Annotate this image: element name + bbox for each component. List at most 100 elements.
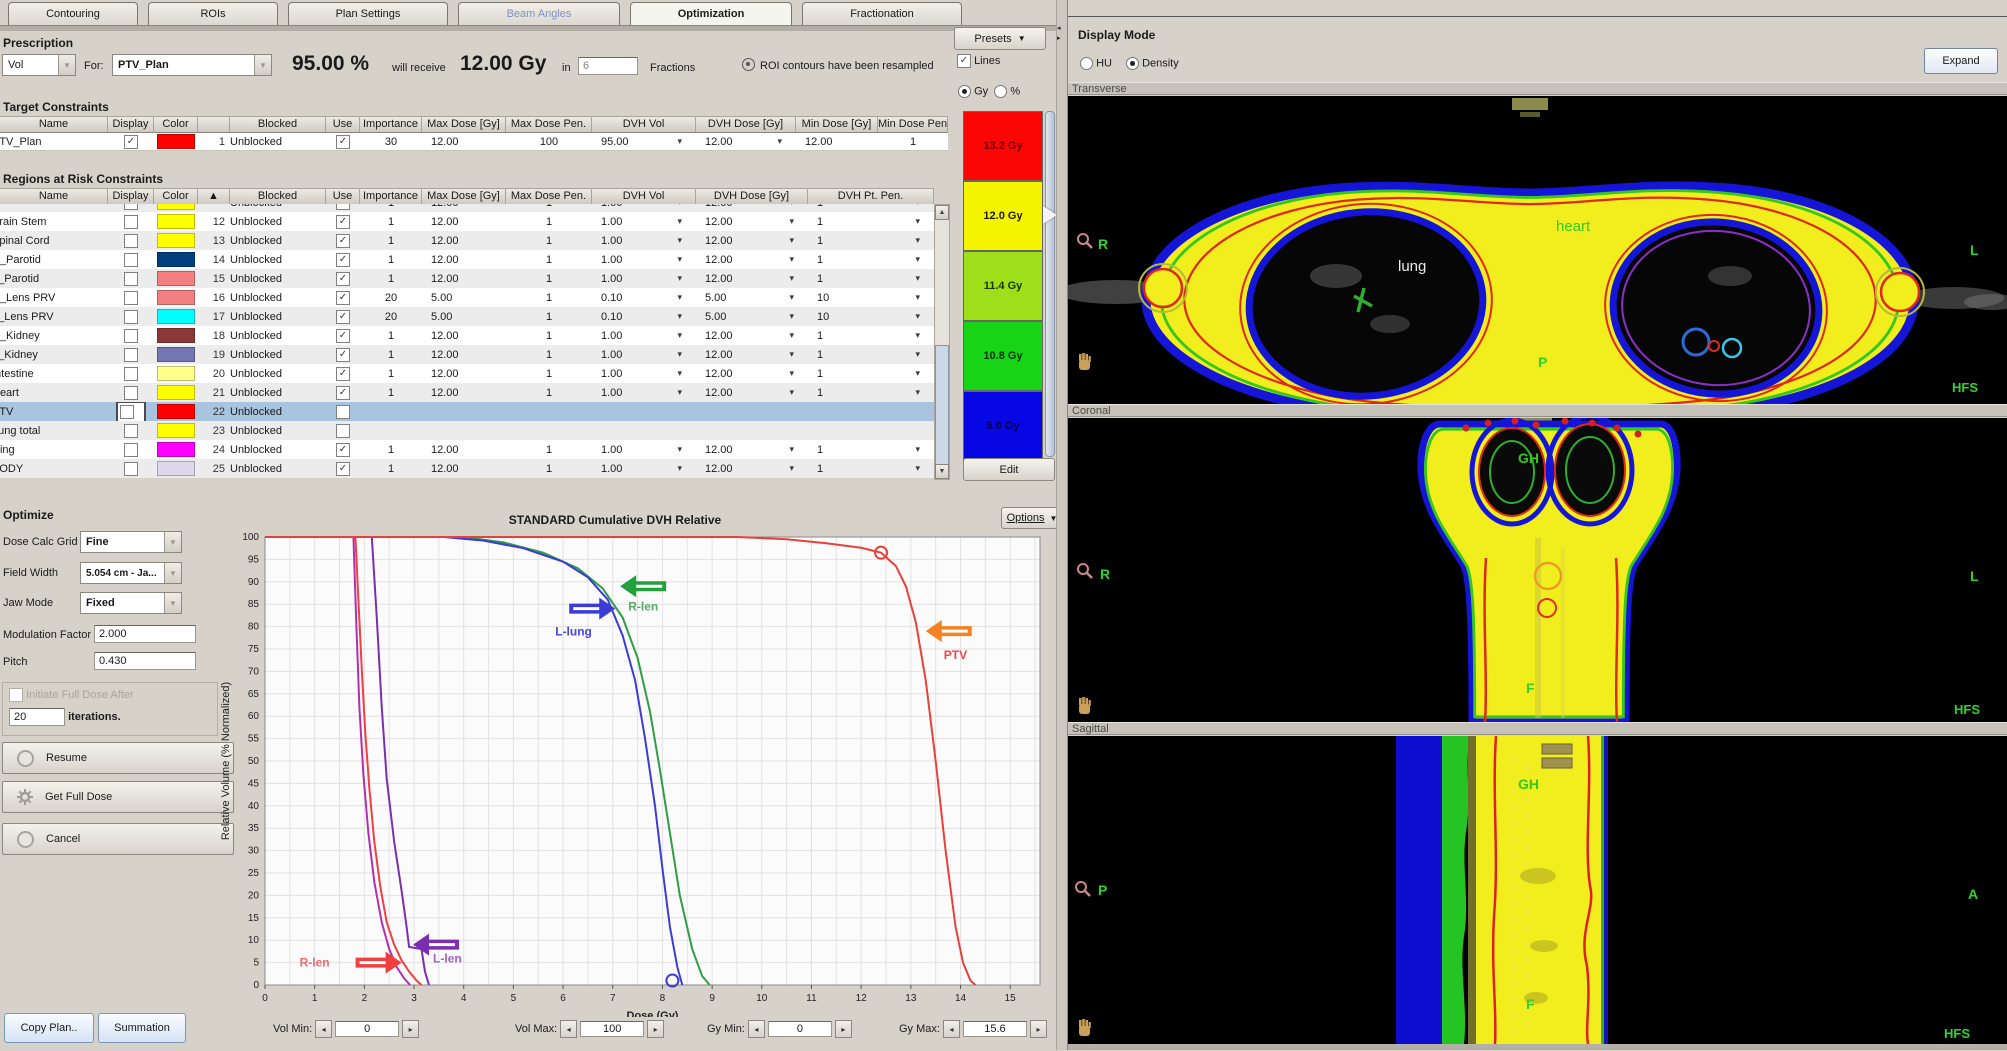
tab-optimization[interactable]: Optimization [630, 2, 792, 25]
chevron-down-icon[interactable]: ▼ [254, 55, 271, 75]
max-dose-cell[interactable]: 12.00 [422, 326, 506, 345]
jaw-mode-dropdown[interactable]: Fixed▼ [80, 592, 182, 614]
risk-row-spinal-cord[interactable]: Spinal Cord13Unblocked✓112.0011.00▾12.00… [0, 231, 934, 250]
dvh-dose-cell[interactable]: 5.00▾ [696, 288, 808, 307]
checkbox-icon[interactable] [124, 348, 138, 362]
chevron-down-icon[interactable]: ▾ [789, 235, 794, 246]
spinner-value[interactable]: 100 [580, 1021, 644, 1037]
max-dose-cell[interactable]: 12.00 [422, 345, 506, 364]
chevron-down-icon[interactable]: ▾ [789, 292, 794, 303]
max-dose-pen-cell[interactable] [506, 421, 592, 440]
chevron-down-icon[interactable]: ▾ [677, 311, 682, 322]
dvh-vol-cell[interactable] [592, 402, 696, 421]
dvh-dose-cell[interactable]: 12.00▾ [696, 212, 808, 231]
column-header-dvh-dose-gy[interactable]: DVH Dose [Gy] [696, 116, 796, 133]
blocked-cell[interactable]: Unblocked [230, 383, 326, 402]
spinner-increment[interactable]: ▸ [402, 1020, 419, 1038]
column-header-dvh-vol[interactable]: DVH Vol [592, 116, 696, 133]
chevron-down-icon[interactable]: ▾ [789, 444, 794, 455]
dvh-dose-cell[interactable]: 12.00▾ [696, 326, 808, 345]
max-dose-pen-cell[interactable]: 1 [506, 440, 592, 459]
dvh-pt-pen-cell[interactable]: 1▾ [808, 231, 934, 250]
percent-radio[interactable] [994, 85, 1007, 98]
spinner-increment[interactable]: ▸ [835, 1020, 852, 1038]
checkbox-icon[interactable] [336, 424, 350, 438]
splitter-left-icon[interactable]: ◂ [1057, 24, 1061, 32]
chevron-down-icon[interactable]: ▾ [915, 204, 920, 208]
column-header-display[interactable]: Display [108, 116, 154, 133]
color-cell[interactable] [154, 459, 198, 478]
spinner-decrement[interactable]: ◂ [315, 1020, 332, 1038]
blocked-cell[interactable]: Unblocked [230, 421, 326, 440]
chevron-down-icon[interactable]: ▾ [677, 216, 682, 227]
chevron-down-icon[interactable]: ▾ [789, 349, 794, 360]
magnifier-icon[interactable] [1074, 880, 1092, 898]
column-header-blocked[interactable]: Blocked [230, 116, 326, 133]
max-dose-pen-cell[interactable]: 1 [506, 269, 592, 288]
options-button[interactable]: Options▼ [1001, 507, 1063, 529]
column-header-color[interactable]: Color [154, 188, 198, 205]
importance-cell[interactable]: 1 [360, 326, 422, 345]
column-header-color[interactable]: Color [154, 116, 198, 133]
expand-button[interactable]: Expand [1924, 48, 1998, 74]
dvh-vol-cell[interactable]: 0.10▾ [592, 288, 696, 307]
chevron-down-icon[interactable]: ▾ [789, 216, 794, 227]
field-width-dropdown[interactable]: 5.054 cm - Ja...▼ [80, 562, 182, 584]
dvh-dose-cell[interactable]: 12.00▾ [696, 269, 808, 288]
dvh-pt-pen-cell[interactable] [808, 421, 934, 440]
spinner-decrement[interactable]: ◂ [943, 1020, 960, 1038]
dvh-pt-pen-cell[interactable]: 1▾ [808, 250, 934, 269]
cancel-button[interactable]: Cancel [2, 823, 234, 855]
chevron-down-icon[interactable]: ▼ [164, 532, 181, 552]
dvh-pt-pen-cell[interactable]: 10▾ [808, 307, 934, 326]
checkbox-icon[interactable]: ✓ [336, 443, 350, 457]
color-cell[interactable] [154, 288, 198, 307]
chevron-down-icon[interactable]: ▾ [677, 292, 682, 303]
risk-row-l-lens-prv[interactable]: L_Lens PRV17Unblocked✓205.0010.10▾5.00▾1… [0, 307, 934, 326]
scroll-down-icon[interactable]: ▼ [935, 464, 949, 479]
max-dose-pen-cell[interactable]: 1 [506, 288, 592, 307]
density-radio-option[interactable]: Density [1126, 57, 1179, 70]
dvh-vol-cell[interactable]: 1.00▾ [592, 250, 696, 269]
checkbox-icon[interactable] [124, 204, 138, 210]
max-dose-pen-cell[interactable]: 1 [506, 204, 592, 212]
checkbox-icon[interactable]: ✓ [336, 234, 350, 248]
dvh-dose-cell[interactable] [696, 421, 808, 440]
chevron-down-icon[interactable]: ▾ [789, 311, 794, 322]
blocked-cell[interactable]: Unblocked [230, 204, 326, 212]
hu-radio-option[interactable]: HU [1080, 57, 1112, 70]
chevron-down-icon[interactable]: ▾ [915, 463, 920, 474]
checkbox-icon[interactable]: ✓ [336, 215, 350, 229]
checkbox-icon[interactable]: ✓ [336, 135, 350, 149]
checkbox-icon[interactable]: ✓ [124, 135, 138, 149]
blocked-cell[interactable]: Unblocked [230, 307, 326, 326]
importance-cell[interactable]: 1 [360, 345, 422, 364]
gy-radio[interactable] [958, 85, 971, 98]
pan-hand-icon[interactable] [1076, 696, 1094, 716]
edit-button[interactable]: Edit [963, 458, 1055, 481]
color-cell[interactable] [154, 345, 198, 364]
magnifier-icon[interactable] [1076, 562, 1094, 580]
blocked-cell[interactable]: Unblocked [230, 345, 326, 364]
dvh-vol-cell[interactable]: 95.00▾ [592, 133, 696, 150]
risk-row-ring[interactable]: Ring24Unblocked✓112.0011.00▾12.00▾1▾ [0, 440, 934, 459]
dose-level-6-0-gy[interactable]: 6.0 Gy [963, 391, 1043, 461]
spinner-decrement[interactable]: ◂ [748, 1020, 765, 1038]
checkbox-icon[interactable]: ✓ [336, 348, 350, 362]
risk-row-r-parotid[interactable]: R_Parotid14Unblocked✓112.0011.00▾12.00▾1… [0, 250, 934, 269]
dose-level-11-4-gy[interactable]: 11.4 Gy [963, 251, 1043, 321]
dvh-vol-cell[interactable] [592, 421, 696, 440]
risk-row-body[interactable]: BODY25Unblocked✓112.0011.00▾12.00▾1▾ [0, 459, 934, 478]
lines-checkbox[interactable]: ✓ Lines [957, 54, 1000, 68]
column-header-importance[interactable]: Importance [360, 188, 422, 205]
column-header-dvh-dose-gy[interactable]: DVH Dose [Gy] [696, 188, 808, 205]
dvh-dose-cell[interactable] [696, 402, 808, 421]
checkbox-icon[interactable] [124, 310, 138, 324]
max-dose-cell[interactable]: 12.00 [422, 269, 506, 288]
spinner-decrement[interactable]: ◂ [560, 1020, 577, 1038]
spinner-value[interactable]: 15.6 [963, 1021, 1027, 1037]
min-dose-cell[interactable]: 12.00 [796, 133, 878, 150]
color-cell[interactable] [154, 402, 198, 421]
dvh-dose-cell[interactable]: 12.00▾ [696, 231, 808, 250]
presets-button[interactable]: Presets▼ [954, 27, 1046, 50]
